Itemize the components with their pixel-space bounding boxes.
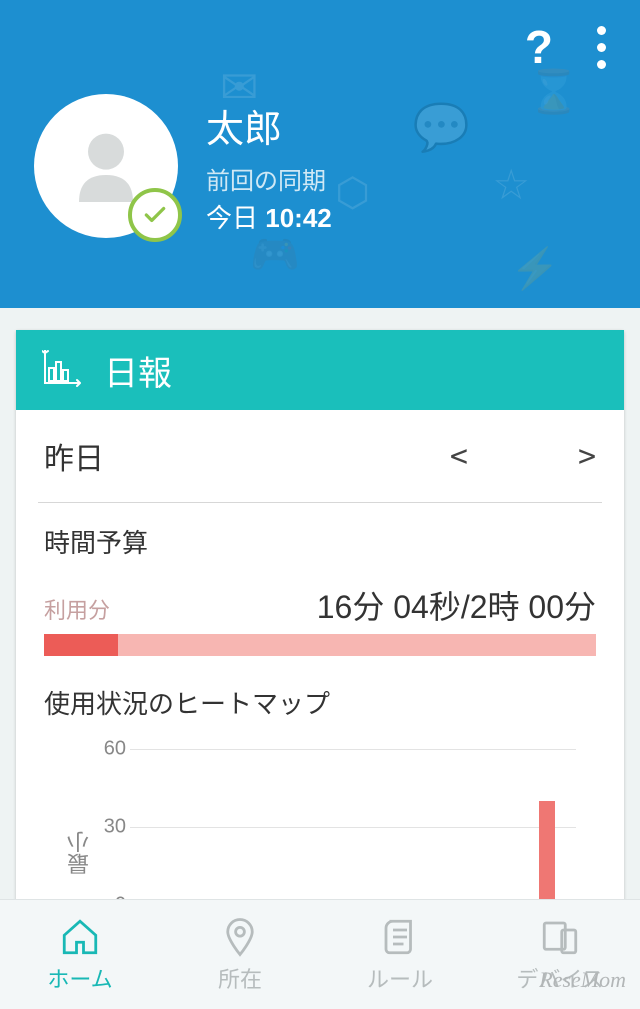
header: ✉ 💬 ⌛ ⬡ ☆ ⚡ 🎮 ? 太郎 前回の同期 今日 10:42: [0, 0, 640, 308]
next-day-button[interactable]: >: [578, 439, 596, 474]
daily-report-card: 日報 昨日 < > 時間予算 利用分 16分 04秒/2時 00分 使用状況のヒ…: [16, 330, 624, 939]
heatmap-section: 使用状況のヒートマップ 最小 03060 0246810121416182022: [16, 664, 624, 939]
tab-label: ホーム: [47, 962, 112, 994]
bottom-nav: ホーム 所在 ルール デバイス: [0, 899, 640, 1009]
tab-label: 所在: [218, 962, 262, 994]
date-label: 昨日: [44, 434, 104, 478]
tab-label: ルール: [367, 962, 433, 994]
sync-label: 前回の同期: [206, 161, 332, 196]
sync-value: 今日 10:42: [206, 198, 332, 235]
tab-label: デバイス: [516, 962, 603, 994]
more-menu-icon[interactable]: [597, 26, 606, 69]
devices-icon: [539, 916, 581, 958]
profile-info: 太郎 前回の同期 今日 10:42: [206, 98, 332, 235]
heatmap-title: 使用状況のヒートマップ: [44, 684, 596, 721]
tab-devices[interactable]: デバイス: [480, 900, 640, 1009]
card-header: 日報: [16, 330, 624, 410]
prev-day-button[interactable]: <: [450, 439, 468, 474]
used-label: 利用分: [44, 593, 110, 625]
card-title: 日報: [104, 346, 172, 395]
budget-bar-fill: [44, 634, 118, 656]
help-icon[interactable]: ?: [525, 20, 553, 74]
time-budget-title: 時間予算: [44, 523, 596, 560]
scroll-icon: [379, 916, 421, 958]
tab-home[interactable]: ホーム: [0, 900, 160, 1009]
used-value: 16分 04秒/2時 00分: [317, 582, 596, 628]
avatar[interactable]: [34, 94, 178, 238]
pin-icon: [219, 916, 261, 958]
tab-rules[interactable]: ルール: [320, 900, 480, 1009]
heatmap-bar: [539, 801, 555, 905]
budget-bar-track: [44, 634, 596, 656]
user-name: 太郎: [206, 98, 332, 153]
tab-location[interactable]: 所在: [160, 900, 320, 1009]
sync-ok-badge: [128, 188, 182, 242]
date-navigator: 昨日 < >: [16, 410, 624, 502]
bar-chart-icon: [42, 348, 82, 393]
time-budget-section: 時間予算 利用分 16分 04秒/2時 00分: [16, 503, 624, 664]
home-icon: [59, 916, 101, 958]
